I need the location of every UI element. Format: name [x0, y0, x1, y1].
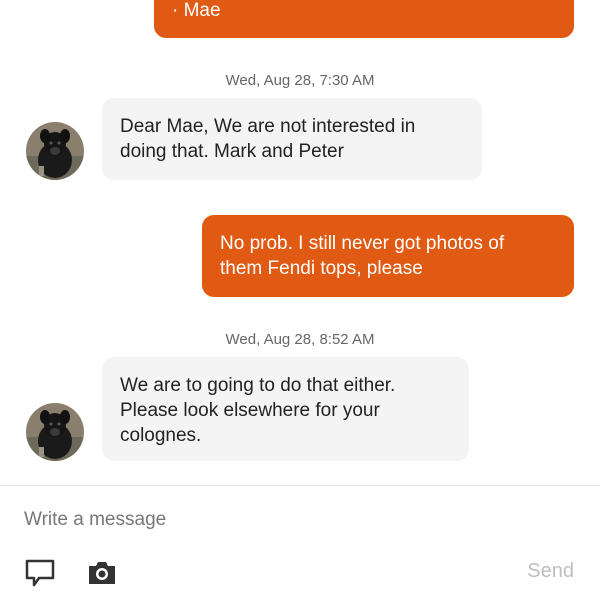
message-line: them Fendi tops, please — [220, 258, 423, 279]
message-line: colognes. — [120, 425, 202, 446]
message-line: Please look elsewhere for your — [120, 400, 380, 421]
incoming-message-bubble: Dear Mae, We are not interested in doing… — [102, 98, 482, 180]
outgoing-message-bubble: No prob. I still never got photos of the… — [202, 215, 574, 297]
message-thread-screen: · Mae Wed, Aug 28, 7:30 AM Dear Mae, We … — [0, 0, 600, 600]
message-line: · Mae — [172, 0, 221, 21]
message-timestamp: Wed, Aug 28, 8:52 AM — [225, 331, 375, 348]
sender-avatar[interactable] — [26, 122, 84, 180]
message-timestamp: Wed, Aug 28, 7:30 AM — [225, 72, 375, 89]
message-line: We are to going to do that either. — [120, 375, 396, 396]
message-input[interactable] — [24, 505, 574, 535]
message-line: No prob. I still never got photos of — [220, 233, 505, 254]
outgoing-message-bubble: · Mae — [154, 0, 574, 38]
incoming-message-bubble: We are to going to do that either. Pleas… — [102, 357, 469, 461]
send-button[interactable]: Send — [527, 560, 574, 583]
message-line: Dear Mae, We are not interested in — [120, 116, 416, 137]
camera-icon[interactable] — [86, 558, 118, 588]
composer-divider — [0, 485, 600, 486]
sender-avatar[interactable] — [26, 403, 84, 461]
message-line: doing that. Mark and Peter — [120, 141, 344, 162]
message-flag-icon[interactable] — [24, 558, 56, 588]
